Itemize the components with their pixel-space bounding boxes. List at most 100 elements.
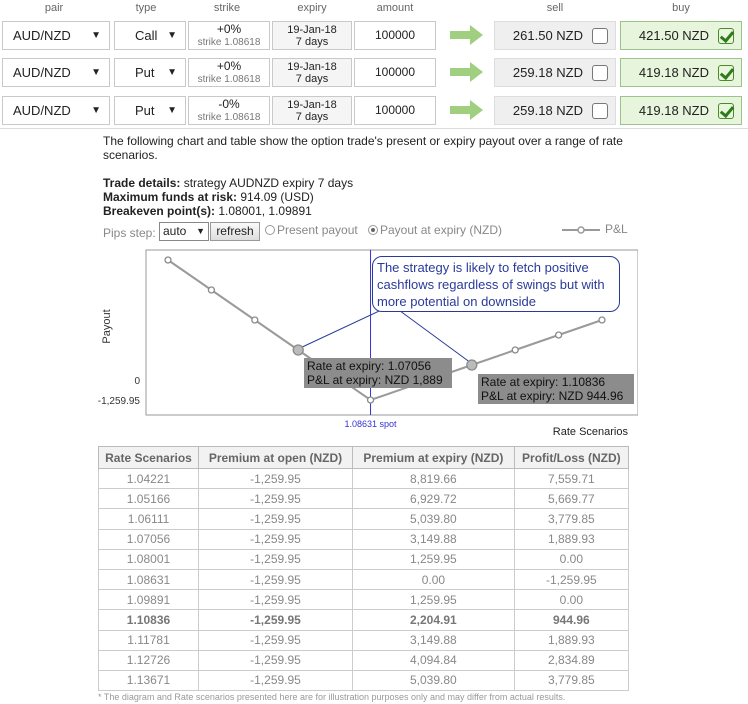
table-cell: 3,149.88 [352, 629, 515, 651]
table-cell: -1,259.95 [513, 568, 630, 591]
buy-checkbox[interactable] [718, 103, 734, 119]
table-cell: 1.12726 [98, 649, 199, 671]
header-sell: sell [546, 2, 564, 14]
tooltip-left: Rate at expiry: 1.07056 P&L at expiry: NZ… [304, 358, 452, 388]
amount-input[interactable]: 100000 [354, 96, 436, 125]
pair-select[interactable]: AUD/NZD ▼ [2, 58, 110, 87]
strike-field[interactable]: +0% strike 1.08618 [188, 58, 270, 87]
sell-price-button[interactable]: 259.18 NZD [494, 96, 616, 125]
buy-price-button[interactable]: 419.18 NZD [620, 96, 742, 125]
max-funds-at-risk: Maximum funds at risk: 914.09 (USD) [103, 190, 314, 204]
expiry-days: 7 days [295, 36, 329, 48]
legend-line-icon [562, 226, 600, 234]
column-header: Profit/Loss (NZD) [513, 446, 630, 469]
table-cell: 3,779.85 [513, 669, 630, 692]
type-select[interactable]: Call ▼ [114, 21, 186, 50]
type-select[interactable]: Put ▼ [114, 58, 186, 87]
option-payout-page: pair type strike expiry amount sell buy … [0, 0, 748, 704]
tooltip-pl: P&L at expiry: NZD 944.96 [481, 389, 624, 403]
pair-select[interactable]: AUD/NZD ▼ [2, 96, 110, 125]
sell-checkbox[interactable] [592, 103, 608, 119]
dropdown-arrow-icon: ▼ [91, 67, 101, 78]
x-axis-label: Rate Scenarios [553, 426, 629, 438]
pl-data-point [466, 359, 478, 371]
present-payout-radio[interactable] [265, 225, 275, 235]
disclaimer: * The diagram and Rate scenarios present… [98, 692, 566, 702]
table-cell: 3,149.88 [352, 528, 515, 550]
header-expiry: expiry [297, 2, 327, 14]
expiry-payout-radio[interactable] [368, 225, 378, 235]
buy-checkbox[interactable] [718, 65, 734, 81]
table-cell: 1.08001 [98, 548, 199, 570]
table-body: 1.04221 -1,259.95 8,819.66 7,559.71 1.05166-… [98, 467, 630, 692]
expiry-field[interactable]: 19-Jan-18 7 days [272, 21, 352, 50]
intro-text: The following chart and table show the o… [103, 134, 623, 162]
amount-input[interactable]: 100000 [354, 58, 436, 87]
table-row: 1.09891 -1,259.95 1,259.95 0.00 [98, 589, 630, 611]
strike-field[interactable]: -0% strike 1.08618 [188, 96, 270, 125]
dropdown-arrow-icon: ▼ [91, 30, 101, 41]
table-row: 1.11781 -1,259.95 3,149.88 1,889.93 [98, 629, 630, 651]
sell-price: 261.50 NZD [512, 28, 583, 43]
table-row: 1.08001 -1,259.95 1,259.95 0.00 [98, 548, 630, 570]
table-row: 1.12726 -1,259.95 4,094.84 2,834.89 [98, 649, 630, 671]
table-cell: -1,259.95 [197, 649, 354, 671]
pair-value: AUD/NZD [13, 65, 71, 80]
dropdown-arrow-icon: ▼ [167, 67, 177, 78]
buy-price-button[interactable]: 419.18 NZD [620, 58, 742, 87]
pips-step-select[interactable]: auto ▼ [159, 222, 209, 241]
table-cell: 1,889.93 [513, 528, 630, 550]
refresh-button[interactable]: refresh [210, 222, 260, 241]
expiry-field[interactable]: 19-Jan-18 7 days [272, 58, 352, 87]
sell-price-button[interactable]: 261.50 NZD [494, 21, 616, 50]
y-tick-label: -1,259.95 [98, 396, 140, 407]
spot-label: 1.08631 spot [345, 419, 398, 429]
table-cell: 1.10836 [98, 609, 199, 631]
table-cell: 1.08631 [98, 568, 199, 591]
table-cell: 1.13671 [98, 669, 199, 692]
sell-checkbox[interactable] [592, 28, 608, 44]
table-cell: 8,819.66 [352, 467, 515, 490]
amount-input[interactable]: 100000 [354, 21, 436, 50]
tooltip-right: Rate at expiry: 1.10836 P&L at expiry: NZ… [478, 374, 634, 404]
expiry-days: 7 days [295, 111, 329, 123]
trade-row: AUD/NZD ▼ Call ▼ +0% strike 1.08618 19-Jan-… [0, 21, 748, 51]
column-header: Premium at expiry (NZD) [352, 446, 515, 469]
expiry-date: 19-Jan-18 [287, 61, 337, 73]
pl-data-point [207, 286, 216, 294]
pl-data-point [292, 344, 304, 356]
trade-details: Trade details: strategy AUDNZD expiry 7 … [103, 176, 353, 190]
table-row: 1.05166 -1,259.95 6,929.72 5,669.77 [98, 488, 630, 510]
table-cell: -1,259.95 [197, 568, 354, 591]
table-row: 1.08631 -1,259.95 0.00 -1,259.95 [98, 568, 630, 591]
table-cell: 1,259.95 [352, 548, 515, 570]
pl-data-point [554, 331, 563, 339]
table-header-row: Rate Scenarios Premium at open (NZD) Premi… [98, 446, 630, 469]
pair-value: AUD/NZD [13, 103, 71, 118]
strike-field[interactable]: +0% strike 1.08618 [188, 21, 270, 50]
type-select[interactable]: Put ▼ [114, 96, 186, 125]
header-buy: buy [672, 2, 690, 14]
tooltip-pl: P&L at expiry: NZD 1,889 [307, 373, 443, 387]
table-cell: -1,259.95 [197, 467, 354, 490]
table-cell: 1,889.93 [513, 629, 630, 651]
dropdown-arrow-icon: ▼ [167, 105, 177, 116]
strike-sub: strike 1.08618 [197, 37, 261, 48]
sell-price-button[interactable]: 259.18 NZD [494, 58, 616, 87]
table-cell: 2,204.91 [352, 609, 515, 631]
header-type: type [135, 2, 157, 14]
sell-price: 259.18 NZD [512, 65, 583, 80]
trade-row: AUD/NZD ▼ Put ▼ +0% strike 1.08618 19-Jan-1… [0, 58, 748, 88]
buy-price: 419.18 NZD [638, 65, 709, 80]
header-amount: amount [376, 2, 414, 14]
sell-price: 259.18 NZD [512, 103, 583, 118]
buy-price-button[interactable]: 421.50 NZD [620, 21, 742, 50]
pips-step-value: auto [163, 224, 187, 238]
pair-select[interactable]: AUD/NZD ▼ [2, 21, 110, 50]
buy-checkbox[interactable] [718, 28, 734, 44]
sell-checkbox[interactable] [592, 65, 608, 81]
table-row: 1.06111 -1,259.95 5,039.80 3,779.85 [98, 508, 630, 530]
table-cell: 1.04221 [98, 467, 199, 490]
expiry-field[interactable]: 19-Jan-18 7 days [272, 96, 352, 125]
table-cell: -1,259.95 [197, 609, 354, 631]
